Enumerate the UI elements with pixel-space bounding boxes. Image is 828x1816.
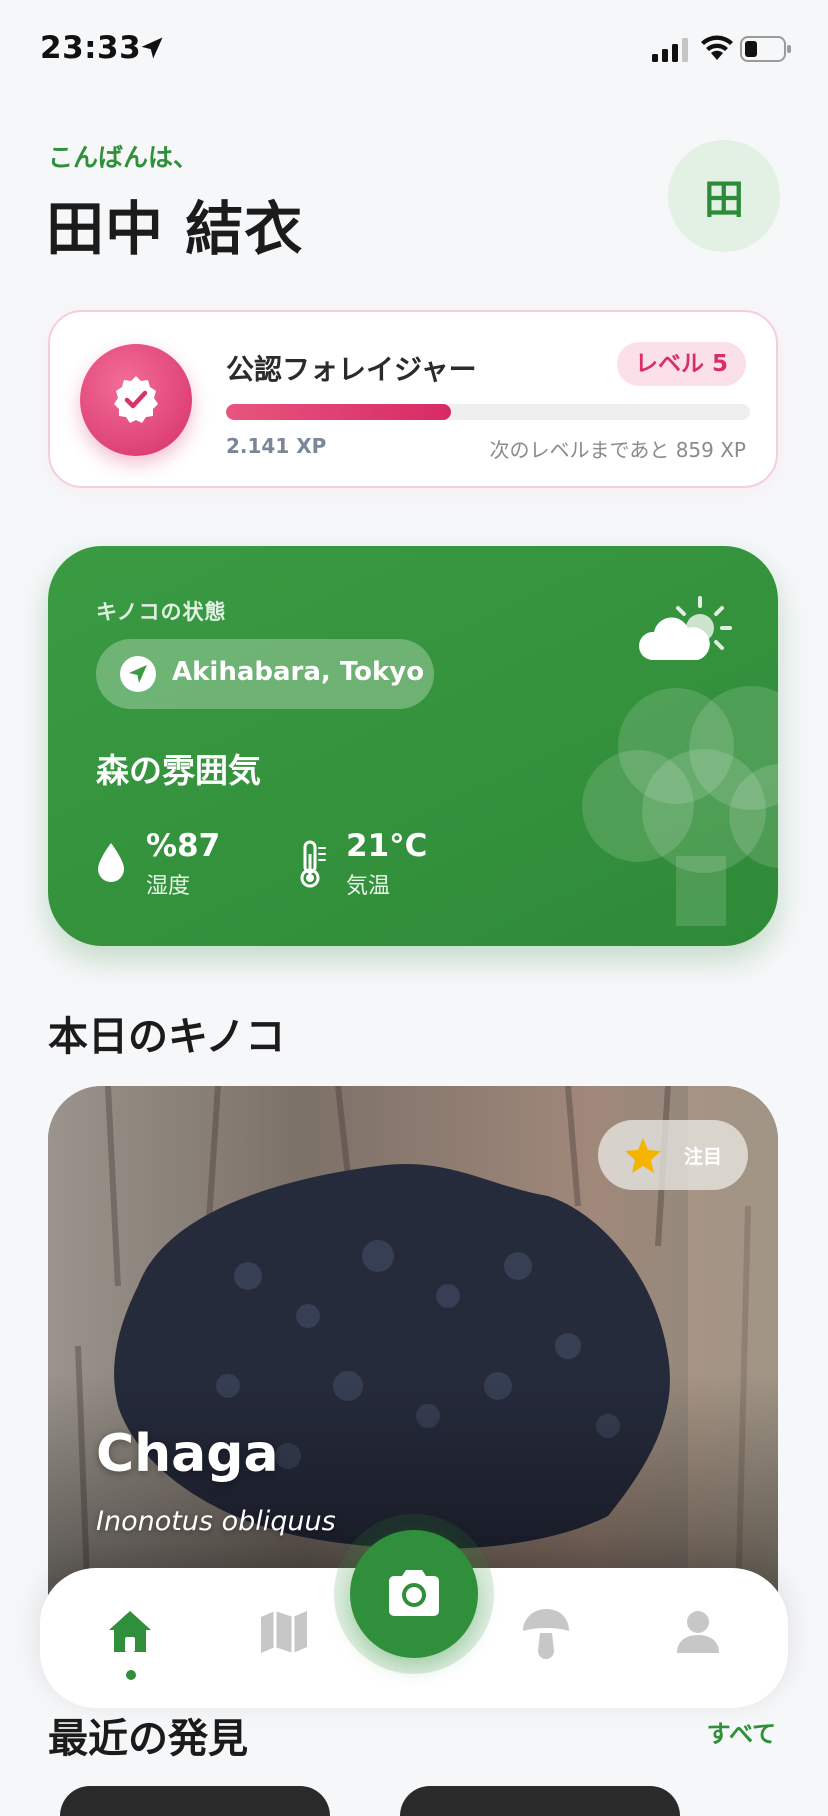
droplet-icon (98, 843, 124, 882)
level-title: 公認フォレイジャー (226, 353, 477, 386)
level-badge (80, 344, 192, 456)
star-icon (625, 1138, 661, 1173)
location-pill[interactable]: Akihabara, Tokyo (96, 639, 434, 709)
daily-mushroom-title: 本日のキノコ (48, 1014, 286, 1060)
verified-badge-icon (114, 376, 158, 423)
avatar-initial: 田 (704, 177, 744, 223)
thermometer-icon (300, 840, 326, 888)
mushroom-latin-name: Inonotus obliquus (96, 1506, 336, 1537)
profile-icon (677, 1611, 719, 1653)
mushroom-icon (523, 1609, 569, 1659)
home-icon (109, 1611, 151, 1652)
partly-cloudy-icon (638, 596, 732, 660)
recent-thumbnail[interactable] (60, 1786, 330, 1816)
camera-icon (389, 1570, 439, 1616)
tab-home[interactable] (90, 1592, 170, 1672)
recent-thumbnail[interactable] (400, 1786, 680, 1816)
recent-discoveries-title: 最近の発見 (48, 1716, 248, 1762)
see-all-link[interactable]: すべて (707, 1714, 776, 1749)
mushroom-conditions-card[interactable]: キノコの状態 Akihabara, Tokyo 森の雰囲気 %87 湿度 21°… (48, 546, 778, 946)
temperature-value: 21°C (346, 828, 428, 864)
avatar[interactable]: 田 (668, 140, 780, 252)
tab-mushrooms[interactable] (506, 1592, 586, 1672)
status-bar: 23:33 (0, 0, 828, 100)
xp-progress-fill (226, 404, 452, 420)
location-text: Akihabara, Tokyo (172, 657, 425, 687)
active-tab-indicator (126, 1670, 136, 1680)
xp-progress-bar (226, 404, 750, 420)
temperature-label: 気温 (346, 874, 391, 899)
humidity-label: 湿度 (146, 874, 191, 899)
signal-icon (652, 38, 688, 62)
greeting-text: こんばんは、 (48, 143, 199, 172)
atmosphere-text: 森の雰囲気 (96, 751, 261, 790)
navigation-icon (120, 656, 156, 692)
conditions-label: キノコの状態 (96, 600, 227, 624)
user-name: 田中 結衣 (46, 195, 304, 263)
status-time: 23:33 (40, 30, 142, 66)
wifi-icon (701, 35, 733, 60)
xp-remaining: 次のレベルまであと 859 XP (489, 438, 746, 462)
humidity-value: %87 (146, 828, 221, 864)
map-icon (261, 1611, 307, 1653)
battery-icon (740, 36, 791, 62)
tab-profile[interactable] (658, 1592, 738, 1672)
tree-icon (582, 686, 778, 926)
xp-current: 2.141 XP (226, 434, 327, 458)
tab-map[interactable] (244, 1592, 324, 1672)
location-arrow-icon (141, 37, 163, 59)
level-card[interactable]: 公認フォレイジャー レベル 5 2.141 XP 次のレベルまであと 859 X… (48, 310, 778, 488)
camera-button[interactable] (350, 1530, 478, 1658)
featured-badge: 注目 (598, 1120, 748, 1190)
featured-label: 注目 (684, 1146, 723, 1168)
mushroom-name: Chaga (96, 1424, 279, 1484)
level-badge-pill: レベル 5 (616, 342, 746, 386)
